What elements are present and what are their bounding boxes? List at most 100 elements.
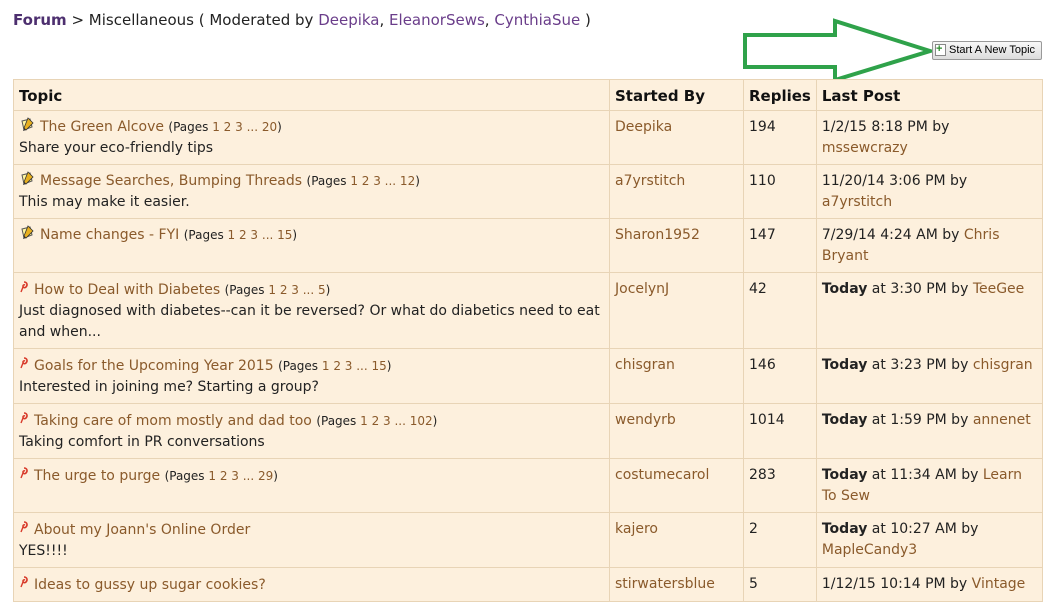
starter-link[interactable]: kajero (615, 521, 658, 537)
last-post-cell: 7/29/14 4:24 AM by Chris Bryant (815, 218, 1043, 273)
topic-pages: (Pages 1 2 3 ... 102) (316, 414, 438, 428)
replies-cell: 283 (743, 458, 817, 513)
breadcrumb: Forum > Miscellaneous ( Moderated by Dee… (13, 11, 591, 29)
starter-link[interactable]: a7yrstitch (615, 173, 685, 189)
topic-description: Just diagnosed with diabetes--can it be … (19, 303, 600, 340)
table-row: Goals for the Upcoming Year 2015 (Pages … (13, 348, 1043, 404)
topic-pages-links[interactable]: 1 2 3 ... 20 (212, 120, 277, 134)
last-post-user-link[interactable]: MapleCandy3 (822, 542, 917, 558)
started-by-cell: stirwatersblue (609, 567, 744, 602)
last-post-user-link[interactable]: annenet (973, 412, 1031, 428)
last-post-cell: Today at 10:27 AM by MapleCandy3 (815, 512, 1043, 568)
topic-pages-links[interactable]: 1 2 3 ... 15 (322, 359, 387, 373)
replies-cell: 1014 (743, 403, 817, 459)
last-post-today: Today (821, 357, 868, 373)
topic-pages: (Pages 1 2 3 ... 12) (306, 174, 420, 188)
hot-topic-icon (19, 171, 35, 187)
last-post-user-link[interactable]: mssewcrazy (822, 140, 908, 156)
started-by-cell: costumecarol (609, 458, 744, 513)
topic-pages-links[interactable]: 1 2 3 ... 5 (268, 283, 325, 297)
topic-cell: Ideas to gussy up sugar cookies? (13, 567, 610, 602)
last-post-today: Today (821, 281, 868, 297)
topic-title-link[interactable]: Ideas to gussy up sugar cookies? (34, 577, 266, 593)
last-post-user-link[interactable]: chisgran (973, 357, 1033, 373)
start-new-topic-label: Start A New Topic (949, 44, 1036, 56)
topic-pages-links[interactable]: 1 2 3 ... 12 (350, 174, 415, 188)
starter-link[interactable]: Sharon1952 (615, 227, 700, 243)
header-replies[interactable]: Replies (743, 79, 817, 111)
replies-cell: 146 (743, 348, 817, 404)
last-post-cell: 1/12/15 10:14 PM by Vintage (815, 567, 1043, 602)
topic-description: This may make it easier. (19, 194, 190, 210)
table-row: Taking care of mom mostly and dad too (P… (13, 403, 1043, 459)
topic-title-link[interactable]: Goals for the Upcoming Year 2015 (34, 358, 274, 374)
topic-title-link[interactable]: Message Searches, Bumping Threads (40, 173, 302, 189)
moderator-link[interactable]: CynthiaSue (494, 11, 580, 29)
header-started-by[interactable]: Started By (609, 79, 744, 111)
topic-pages-links[interactable]: 1 2 3 ... 15 (228, 228, 293, 242)
breadcrumb-section: Miscellaneous (88, 11, 194, 29)
topic-title-link[interactable]: The urge to purge (34, 468, 160, 484)
starter-link[interactable]: JocelynJ (615, 281, 669, 297)
hot-topic-icon (19, 225, 35, 241)
topic-cell: Message Searches, Bumping Threads (Pages… (13, 164, 610, 219)
last-post-time: at 11:34 AM by (871, 467, 979, 483)
last-post-user-link[interactable]: a7yrstitch (822, 194, 892, 210)
last-post-cell: Today at 3:23 PM by chisgran (815, 348, 1043, 404)
topic-description: Share your eco-friendly tips (19, 140, 214, 156)
last-post-user-link[interactable]: Vintage (972, 576, 1026, 592)
header-last-post[interactable]: Last Post (815, 79, 1043, 111)
replies-cell: 194 (743, 110, 817, 165)
topic-pages: (Pages 1 2 3 ... 20) (168, 120, 282, 134)
topic-cell: The Green Alcove (Pages 1 2 3 ... 20) Sha… (13, 110, 610, 165)
new-topic-icon (19, 279, 29, 293)
topic-description: Interested in joining me? Starting a gro… (19, 379, 319, 395)
topic-title-link[interactable]: How to Deal with Diabetes (34, 282, 220, 298)
topic-title-link[interactable]: About my Joann's Online Order (34, 522, 250, 538)
starter-link[interactable]: wendyrb (615, 412, 676, 428)
replies-cell: 147 (743, 218, 817, 273)
starter-link[interactable]: costumecarol (615, 467, 709, 483)
topic-description: Taking comfort in PR conversations (19, 434, 265, 450)
moderator-link[interactable]: EleanorSews (389, 11, 485, 29)
topic-title-link[interactable]: Taking care of mom mostly and dad too (34, 413, 312, 429)
topic-pages-links[interactable]: 1 2 3 ... 29 (208, 469, 273, 483)
breadcrumb-close: ) (585, 11, 591, 29)
new-topic-icon (19, 574, 29, 588)
replies-cell: 2 (743, 512, 817, 568)
topic-pages: (Pages 1 2 3 ... 29) (164, 469, 278, 483)
last-post-time: at 10:27 AM by (871, 521, 979, 537)
table-row: Name changes - FYI (Pages 1 2 3 ... 15) S… (13, 218, 1043, 273)
replies-cell: 42 (743, 272, 817, 349)
breadcrumb-forum-link[interactable]: Forum (13, 11, 67, 29)
starter-link[interactable]: chisgran (615, 357, 675, 373)
last-post-time: at 3:23 PM by (871, 357, 969, 373)
new-topic-icon (19, 355, 29, 369)
starter-link[interactable]: stirwatersblue (615, 576, 715, 592)
last-post-today: Today (821, 521, 868, 537)
started-by-cell: a7yrstitch (609, 164, 744, 219)
replies-cell: 110 (743, 164, 817, 219)
green-arrow-annotation (743, 18, 935, 83)
table-row: How to Deal with Diabetes (Pages 1 2 3 .… (13, 272, 1043, 349)
started-by-cell: Sharon1952 (609, 218, 744, 273)
topic-pages-links[interactable]: 1 2 3 ... 102 (360, 414, 433, 428)
last-post-cell: Today at 3:30 PM by TeeGee (815, 272, 1043, 349)
last-post-today: Today (821, 467, 868, 483)
last-post-time: 7/29/14 4:24 AM by (821, 227, 960, 243)
table-row: The Green Alcove (Pages 1 2 3 ... 20) Sha… (13, 110, 1043, 165)
topic-cell: Name changes - FYI (Pages 1 2 3 ... 15) (13, 218, 610, 273)
topic-title-link[interactable]: Name changes - FYI (40, 227, 179, 243)
last-post-cell: Today at 1:59 PM by annenet (815, 403, 1043, 459)
new-topic-icon (19, 519, 29, 533)
moderator-link[interactable]: Deepika (318, 11, 379, 29)
table-row: Ideas to gussy up sugar cookies? stirwate… (13, 567, 1043, 602)
header-topic[interactable]: Topic (13, 79, 610, 111)
start-new-topic-button[interactable]: Start A New Topic (932, 41, 1042, 60)
topic-title-link[interactable]: The Green Alcove (40, 119, 164, 135)
table-header-row: Topic Started By Replies Last Post (13, 79, 1043, 111)
topic-description: YES!!!! (19, 543, 68, 559)
last-post-time: 11/20/14 3:06 PM by (821, 173, 968, 189)
last-post-user-link[interactable]: TeeGee (973, 281, 1024, 297)
starter-link[interactable]: Deepika (615, 119, 672, 135)
